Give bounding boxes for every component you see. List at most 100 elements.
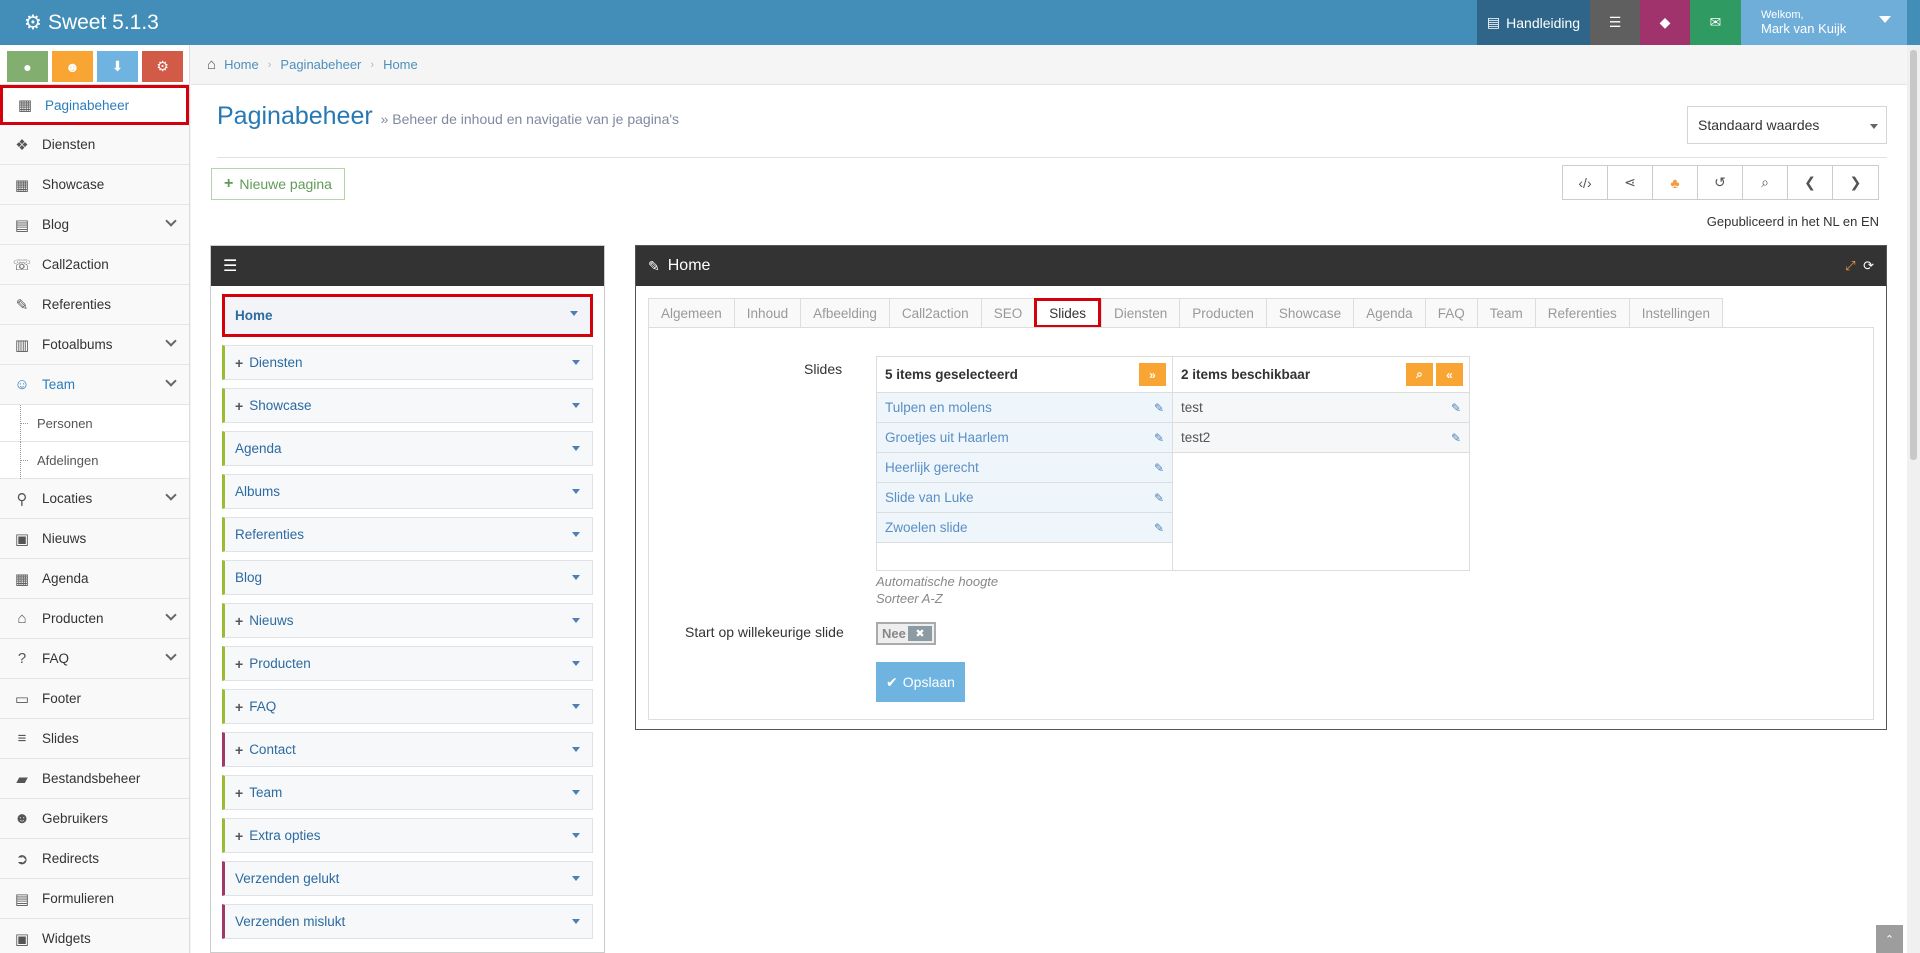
plus-icon[interactable]: + xyxy=(235,398,243,414)
messages-button[interactable]: ✉ xyxy=(1690,0,1741,45)
tree-item-nieuws[interactable]: + Nieuws xyxy=(222,603,593,638)
tab-producten[interactable]: Producten xyxy=(1179,298,1266,328)
tab-showcase[interactable]: Showcase xyxy=(1265,298,1354,328)
hamburger-icon[interactable]: ☰ xyxy=(223,256,237,276)
sidebar-item-paginabeheer[interactable]: ▦ Paginabeheer xyxy=(0,85,189,125)
sidebar-item-locaties[interactable]: ⚲ Locaties xyxy=(0,479,189,519)
tab-referenties[interactable]: Referenties xyxy=(1534,298,1629,328)
sidebar-item-widgets[interactable]: ▣ Widgets xyxy=(0,919,189,953)
tab-faq[interactable]: FAQ xyxy=(1424,298,1477,328)
sidebar-item-redirects[interactable]: ➲ Redirects xyxy=(0,839,189,879)
tree-item-home[interactable]: Home xyxy=(222,294,593,337)
sidebar-subitem-personen[interactable]: Personen xyxy=(0,405,189,442)
history-button[interactable]: ↺ xyxy=(1698,166,1743,199)
sidebar-item-diensten[interactable]: ❖ Diensten xyxy=(0,125,189,165)
next-button[interactable]: ❯ xyxy=(1833,166,1878,199)
sitemap-button[interactable]: ♣ xyxy=(1653,166,1698,199)
tree-item-referenties[interactable]: Referenties xyxy=(222,517,593,552)
pencil-icon[interactable]: ✎ xyxy=(1154,521,1164,535)
sidebar-item-call2action[interactable]: ☏ Call2action xyxy=(0,245,189,285)
tree-item-contact[interactable]: + Contact xyxy=(222,732,593,767)
tree-item-extra-opties[interactable]: + Extra opties xyxy=(222,818,593,853)
plus-icon[interactable]: + xyxy=(235,828,243,844)
pencil-icon[interactable]: ✎ xyxy=(1154,401,1164,415)
sidebar-item-blog[interactable]: ▤ Blog xyxy=(0,205,189,245)
breadcrumb-paginabeheer[interactable]: Paginabeheer xyxy=(280,57,361,72)
plus-icon[interactable]: + xyxy=(235,699,243,715)
caret-down-icon[interactable] xyxy=(572,747,580,752)
caret-down-icon[interactable] xyxy=(572,919,580,924)
sidebar-item-referenties[interactable]: ✎ Referenties xyxy=(0,285,189,325)
pencil-icon[interactable]: ✎ xyxy=(1154,431,1164,445)
scroll-thumb[interactable] xyxy=(1910,50,1917,460)
caret-down-icon[interactable] xyxy=(572,360,580,365)
plus-icon[interactable]: + xyxy=(235,785,243,801)
list-item[interactable]: Zwoelen slide ✎ xyxy=(877,513,1172,543)
list-item[interactable]: Heerlijk gerecht ✎ xyxy=(877,453,1172,483)
tab-agenda[interactable]: Agenda xyxy=(1353,298,1425,328)
tab-inhoud[interactable]: Inhoud xyxy=(733,298,801,328)
tab-team[interactable]: Team xyxy=(1476,298,1535,328)
tab-slides[interactable]: Slides xyxy=(1034,298,1101,328)
tree-item-producten[interactable]: + Producten xyxy=(222,646,593,681)
move-all-right-button[interactable]: » xyxy=(1139,363,1166,386)
plus-icon[interactable]: + xyxy=(235,656,243,672)
sidebar-item-nieuws[interactable]: ▣ Nieuws xyxy=(0,519,189,559)
tree-item-diensten[interactable]: + Diensten xyxy=(222,345,593,380)
caret-down-icon[interactable] xyxy=(572,532,580,537)
tab-algemeen[interactable]: Algemeen xyxy=(648,298,734,328)
tab-seo[interactable]: SEO xyxy=(980,298,1035,328)
previous-button[interactable]: ❮ xyxy=(1788,166,1833,199)
tree-item-verzenden-gelukt[interactable]: Verzenden gelukt xyxy=(222,861,593,896)
pencil-icon[interactable]: ✎ xyxy=(1154,461,1164,475)
caret-down-icon[interactable] xyxy=(572,704,580,709)
sidebar-item-showcase[interactable]: ▦ Showcase xyxy=(0,165,189,205)
expand-icon[interactable]: ⤢ xyxy=(1845,258,1855,273)
sidebar-item-slides[interactable]: ≡ Slides xyxy=(0,719,189,759)
code-button[interactable]: ‹/› xyxy=(1563,166,1608,199)
notifications-button[interactable]: ◆ xyxy=(1640,0,1690,45)
pencil-icon[interactable]: ✎ xyxy=(1154,491,1164,505)
caret-down-icon[interactable] xyxy=(572,876,580,881)
tree-item-team[interactable]: + Team xyxy=(222,775,593,810)
list-item[interactable]: test ✎ xyxy=(1173,393,1469,423)
tab-diensten[interactable]: Diensten xyxy=(1101,298,1180,328)
tree-item-showcase[interactable]: + Showcase xyxy=(222,388,593,423)
tree-item-faq[interactable]: + FAQ xyxy=(222,689,593,724)
tree-item-agenda[interactable]: Agenda xyxy=(222,431,593,466)
sidebar-item-team[interactable]: ☺ Team xyxy=(0,365,189,405)
caret-down-icon[interactable] xyxy=(570,311,578,316)
sidebar-subitem-afdelingen[interactable]: Afdelingen xyxy=(0,442,189,479)
list-item[interactable]: Tulpen en molens ✎ xyxy=(877,393,1172,423)
sidebar-item-gebruikers[interactable]: ☻ Gebruikers xyxy=(0,799,189,839)
tab-afbeelding[interactable]: Afbeelding xyxy=(800,298,889,328)
settings-shortcut-button[interactable]: ⚙ xyxy=(142,51,183,82)
caret-down-icon[interactable] xyxy=(572,403,580,408)
sidebar-item-formulieren[interactable]: ▤ Formulieren xyxy=(0,879,189,919)
breadcrumb-home[interactable]: Home xyxy=(224,57,259,72)
caret-down-icon[interactable] xyxy=(572,618,580,623)
user-menu[interactable]: Welkom, Mark van Kuijk xyxy=(1741,0,1907,45)
list-item[interactable]: test2 ✎ xyxy=(1173,423,1469,453)
download-shortcut-button[interactable]: ⬇ xyxy=(97,51,138,82)
brand[interactable]: ⚙ Sweet 5.1.3 xyxy=(0,0,159,45)
refresh-icon[interactable]: ⟳ xyxy=(1863,258,1874,273)
sidebar-item-bestandsbeheer[interactable]: ▰ Bestandsbeheer xyxy=(0,759,189,799)
search-slides-button[interactable]: ⌕ xyxy=(1406,363,1433,386)
sidebar-item-fotoalbums[interactable]: ▥ Fotoalbums xyxy=(0,325,189,365)
pencil-icon[interactable]: ✎ xyxy=(1451,431,1461,445)
sidebar-item-agenda[interactable]: ▦ Agenda xyxy=(0,559,189,599)
caret-down-icon[interactable] xyxy=(572,833,580,838)
user-shortcut-button[interactable]: ☻ xyxy=(52,51,93,82)
tree-item-blog[interactable]: Blog xyxy=(222,560,593,595)
breadcrumb-current[interactable]: Home xyxy=(383,57,418,72)
new-page-button[interactable]: + Nieuwe pagina xyxy=(211,168,345,200)
plus-icon[interactable]: + xyxy=(235,355,243,371)
scroll-to-top-button[interactable]: ⌃ xyxy=(1876,925,1903,953)
tree-item-verzenden-mislukt[interactable]: Verzenden mislukt xyxy=(222,904,593,939)
list-item[interactable]: Groetjes uit Haarlem ✎ xyxy=(877,423,1172,453)
caret-down-icon[interactable] xyxy=(572,661,580,666)
default-values-select[interactable]: Standaard waardes xyxy=(1687,106,1887,144)
tab-call2action[interactable]: Call2action xyxy=(888,298,981,328)
sidebar-item-producten[interactable]: ⌂ Producten xyxy=(0,599,189,639)
